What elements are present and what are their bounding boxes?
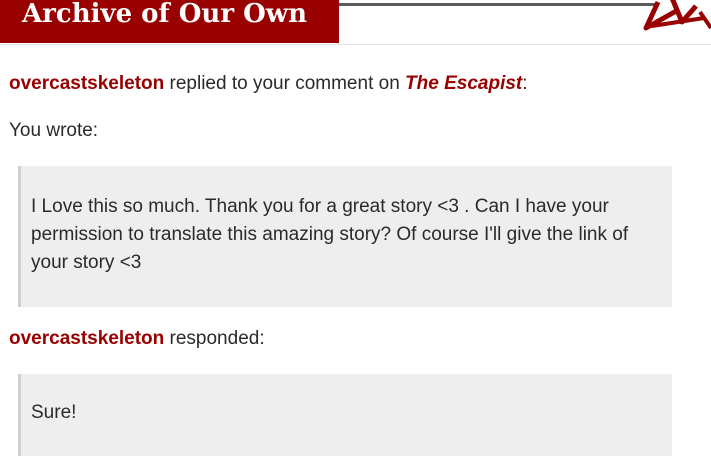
you-wrote-label: You wrote: <box>9 120 99 141</box>
replied-text: replied to your comment on <box>164 73 406 94</box>
responded-line: overcastskeleton responded: <box>9 328 265 350</box>
commenter-username-link[interactable]: overcastskeleton <box>9 73 164 94</box>
responder-username-link[interactable]: overcastskeleton <box>9 328 164 349</box>
ao3-logo-icon[interactable] <box>638 0 711 44</box>
original-comment-quote: I Love this so much. Thank you for a gre… <box>18 166 672 307</box>
site-title[interactable]: Archive of Our Own <box>22 0 307 29</box>
reply-text: Sure! <box>31 402 77 423</box>
site-header: Archive of Our Own <box>0 0 711 45</box>
colon-text: : <box>522 73 528 94</box>
work-title-link[interactable]: The Escapist <box>405 73 522 94</box>
responded-text: responded: <box>164 328 265 349</box>
notification-line: overcastskeleton replied to your comment… <box>9 73 528 95</box>
reply-quote: Sure! <box>18 374 672 456</box>
original-comment-text: I Love this so much. Thank you for a gre… <box>31 196 629 273</box>
site-brand-banner[interactable]: Archive of Our Own <box>0 0 339 43</box>
header-divider <box>339 3 657 6</box>
